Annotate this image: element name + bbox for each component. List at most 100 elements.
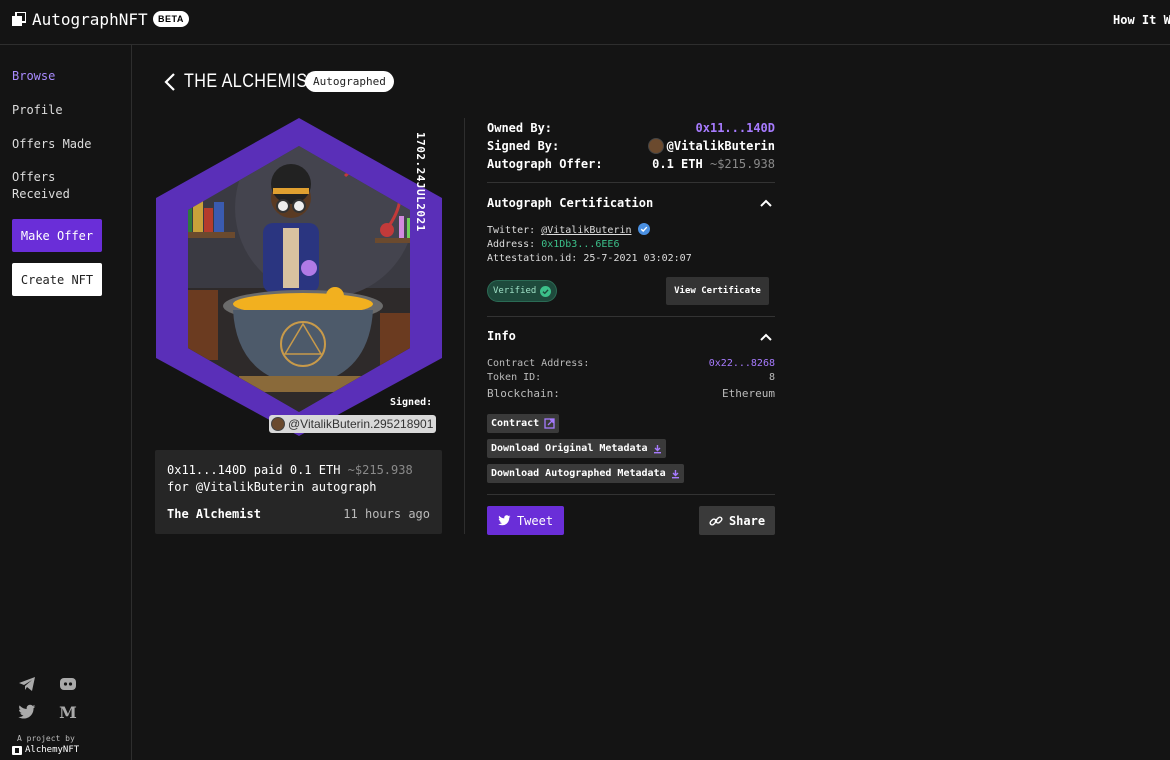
chevron-up-icon[interactable]: [760, 199, 772, 207]
blockchain-value: Ethereum: [722, 387, 775, 400]
check-circle-icon: [540, 285, 552, 297]
signed-label: Signed:: [390, 397, 433, 408]
download-original-label: Download Original Metadata: [491, 443, 648, 454]
activity-action: paid: [253, 463, 283, 477]
blockchain-label: Blockchain:: [487, 387, 560, 400]
cert-address-value[interactable]: 0x1Db3...6EE6: [541, 239, 619, 250]
logo-icon[interactable]: [12, 12, 26, 26]
activity-text: 0x11...140D paid 0.1 ETH ~$215.938 for @…: [167, 462, 435, 496]
divider: [487, 316, 775, 317]
sidebar-item-offers-received[interactable]: Offers Received: [12, 169, 92, 203]
share-button[interactable]: Share: [699, 506, 775, 535]
signed-by-label: Signed By:: [487, 139, 560, 153]
verified-check-icon: [637, 223, 650, 235]
link-icon: [709, 515, 723, 526]
offer-usd: ~$215.938: [709, 157, 775, 171]
contract-address-value[interactable]: 0x22...8268: [709, 357, 775, 371]
edition-text: 1702.24JUL2021: [414, 132, 427, 232]
make-offer-button[interactable]: Make Offer: [12, 219, 102, 252]
signed-handle: @VitalikButerin.295218901: [288, 417, 434, 431]
brand-name[interactable]: AutographNFT: [32, 10, 148, 29]
tweet-label: Tweet: [516, 513, 554, 528]
activity-usd: ~$215.938: [347, 463, 413, 477]
cert-address-row: Address: 0x1Db3...6EE6: [487, 238, 775, 252]
chevron-up-icon[interactable]: [760, 333, 772, 341]
owned-by-row: Owned By: 0x11...140D: [487, 119, 775, 137]
download-autographed-metadata-button[interactable]: Download Autographed Metadata: [487, 464, 684, 483]
token-id-row: Token ID: 8: [487, 371, 775, 385]
contract-address-label: Contract Address:: [487, 358, 590, 369]
autograph-offer-value: 0.1 ETH ~$215.938: [652, 157, 775, 171]
activity-purpose: for @VitalikButerin autograph: [167, 480, 377, 494]
signed-handle-chip[interactable]: @VitalikButerin.295218901: [269, 415, 437, 433]
avatar: [271, 417, 285, 431]
info-details: Contract Address: 0x22...8268 Token ID: …: [487, 357, 775, 401]
token-id-label: Token ID:: [487, 372, 542, 383]
tweet-button[interactable]: Tweet: [487, 506, 564, 535]
twitter-icon[interactable]: [18, 703, 36, 721]
offer-eth: 0.1 ETH: [652, 157, 703, 171]
back-chevron-icon[interactable]: [163, 72, 177, 92]
certification-details: Twitter: @VitalikButerin Address: 0x1Db3…: [487, 223, 775, 266]
token-id-value: 8: [768, 372, 775, 383]
top-bar: AutographNFT BETA How It Wo: [0, 0, 1170, 45]
share-label: Share: [728, 513, 766, 528]
download-original-metadata-button[interactable]: Download Original Metadata: [487, 439, 666, 458]
cert-twitter-label: Twitter:: [487, 225, 536, 236]
activity-owner: 0x11...140D: [167, 463, 247, 477]
avatar: [647, 138, 664, 154]
activity-time: 11 hours ago: [343, 507, 430, 521]
cert-attestation-value: 25-7-2021 03:02:07: [583, 253, 692, 264]
external-link-icon: [544, 418, 555, 429]
ownership-details: Owned By: 0x11...140D Signed By: @Vitali…: [487, 119, 775, 173]
view-certificate-button[interactable]: View Certificate: [666, 277, 769, 305]
verified-label: Verified: [493, 286, 537, 296]
discord-icon[interactable]: [59, 675, 77, 693]
verified-badge: Verified: [487, 280, 558, 302]
contract-link-button[interactable]: Contract: [487, 414, 560, 433]
create-nft-button[interactable]: Create NFT: [12, 263, 102, 296]
how-it-works-link[interactable]: How It Wo: [1113, 13, 1170, 27]
signed-by-row: Signed By: @VitalikButerin: [487, 137, 775, 155]
alchemy-link[interactable]: AlchemyNFT: [12, 745, 79, 755]
download-icon: [653, 444, 661, 453]
contract-address-row: Contract Address: 0x22...8268: [487, 357, 775, 371]
nft-artwork[interactable]: [155, 118, 443, 436]
download-autographed-label: Download Autographed Metadata: [491, 468, 666, 479]
activity-card[interactable]: 0x11...140D paid 0.1 ETH ~$215.938 for @…: [155, 450, 442, 534]
blockchain-row: Blockchain: Ethereum: [487, 387, 775, 401]
signed-by-value[interactable]: @VitalikButerin: [647, 138, 775, 154]
svg-text:M: M: [59, 703, 77, 721]
cert-address-label: Address:: [487, 239, 536, 250]
owned-by-value[interactable]: 0x11...140D: [696, 121, 775, 135]
autograph-offer-row: Autograph Offer: 0.1 ETH ~$215.938: [487, 155, 775, 173]
cert-attestation-label: Attestation.id:: [487, 253, 578, 264]
twitter-icon: [498, 515, 511, 526]
vertical-divider: [464, 118, 465, 534]
cert-twitter-row: Twitter: @VitalikButerin: [487, 223, 775, 238]
contract-link-label: Contract: [491, 418, 540, 429]
page-title: THE ALCHEMIST: [184, 71, 318, 92]
beta-badge: BETA: [153, 11, 189, 27]
divider: [487, 494, 775, 495]
owned-by-label: Owned By:: [487, 121, 553, 135]
sidebar-item-browse[interactable]: Browse: [12, 68, 55, 85]
alchemy-logo-icon: [12, 745, 22, 755]
info-title[interactable]: Info: [487, 329, 516, 343]
activity-amount: 0.1 ETH: [289, 463, 341, 477]
project-by-label: A project by: [17, 734, 75, 743]
activity-nft-name: The Alchemist: [167, 507, 261, 521]
sidebar-item-offers-made[interactable]: Offers Made: [12, 136, 91, 153]
sidebar-item-profile[interactable]: Profile: [12, 102, 63, 119]
sidebar: Browse Profile Offers Made Offers Receiv…: [0, 45, 132, 760]
alchemy-label: AlchemyNFT: [25, 745, 80, 755]
certification-title[interactable]: Autograph Certification: [487, 196, 653, 210]
medium-icon[interactable]: M: [59, 703, 77, 721]
download-icon: [671, 469, 679, 478]
cert-twitter-link[interactable]: @VitalikButerin: [541, 225, 631, 236]
telegram-icon[interactable]: [18, 675, 36, 693]
signed-by-handle: @VitalikButerin: [666, 139, 775, 153]
divider: [487, 182, 775, 183]
cert-attestation-row: Attestation.id: 25-7-2021 03:02:07: [487, 252, 775, 266]
autographed-badge: Autographed: [305, 71, 394, 92]
